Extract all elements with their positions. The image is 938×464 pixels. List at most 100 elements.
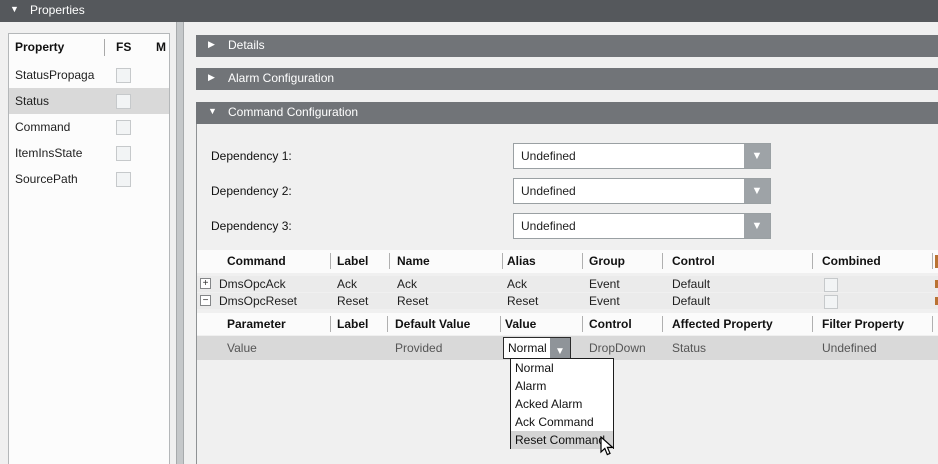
column-divider[interactable] (500, 316, 501, 332)
property-name: StatusPropaga (15, 62, 113, 88)
value-dropdown[interactable]: Normal ▼ (503, 337, 571, 359)
dropdown-arrow-button[interactable]: ▼ (744, 214, 770, 238)
cell-command: DmsOpcAck (219, 276, 286, 292)
col-filter-property: Filter Property (822, 317, 904, 331)
cell-filter-property: Undefined (822, 336, 877, 360)
panel-splitter[interactable] (176, 22, 184, 464)
col-command: Command (227, 254, 286, 268)
dropdown-option-normal[interactable]: Normal (511, 359, 613, 377)
dependency-3-label: Dependency 3: (211, 213, 292, 239)
property-name: SourcePath (15, 166, 113, 192)
chevron-down-icon: ▼ (752, 185, 763, 197)
col-control: Control (589, 317, 632, 331)
fs-checkbox[interactable] (116, 68, 131, 83)
col-parameter: Parameter (227, 317, 286, 331)
combined-checkbox[interactable] (824, 278, 838, 292)
combined-checkbox[interactable] (824, 295, 838, 309)
cell-name: Reset (397, 293, 428, 309)
property-row-command[interactable]: Command (9, 114, 169, 140)
column-divider[interactable] (582, 316, 583, 332)
property-row-status[interactable]: Status (9, 88, 169, 114)
property-row-statuspropagation[interactable]: StatusPropaga (9, 62, 169, 88)
collapse-triangle-icon[interactable]: ▼ (10, 4, 19, 14)
section-label: Command Configuration (228, 105, 358, 119)
property-grid-header: Property FS M (9, 34, 169, 62)
dropdown-arrow-button[interactable]: ▼ (744, 179, 770, 203)
chevron-right-icon: ▶ (208, 39, 215, 50)
column-divider[interactable] (812, 253, 813, 269)
dropdown-option-reset-command[interactable]: Reset Command (511, 431, 613, 449)
cell-affected-property: Status (672, 336, 706, 360)
column-divider[interactable] (662, 253, 663, 269)
column-divider[interactable] (812, 316, 813, 332)
column-divider[interactable] (662, 316, 663, 332)
property-name: Status (15, 88, 113, 114)
column-divider[interactable] (387, 316, 388, 332)
section-label: Alarm Configuration (228, 71, 334, 85)
fs-checkbox[interactable] (116, 94, 131, 109)
cell-alias: Ack (507, 276, 527, 292)
col-affected-property: Affected Property (672, 317, 773, 331)
col-value: Value (505, 317, 536, 331)
parameter-table-header: Parameter Label Default Value Value Cont… (197, 313, 938, 335)
cell-control: Default (672, 293, 710, 309)
property-name: Command (15, 114, 113, 140)
command-table-header: Command Label Name Alias Group Control C… (197, 250, 938, 273)
section-header-command-configuration[interactable]: ▼ Command Configuration (196, 102, 938, 124)
column-header-property: Property (15, 40, 64, 54)
column-divider[interactable] (932, 253, 933, 269)
dropdown-value: Undefined (521, 214, 576, 238)
dropdown-value: Undefined (521, 144, 576, 168)
chevron-down-icon: ▼ (752, 220, 763, 232)
dependency-2-dropdown[interactable]: Undefined ▼ (513, 178, 771, 204)
col-default-value: Default Value (395, 317, 470, 331)
dropdown-option-acked-alarm[interactable]: Acked Alarm (511, 395, 613, 413)
mouse-cursor-icon (600, 436, 615, 457)
properties-title-bar[interactable]: ▼ Properties (0, 0, 938, 22)
collapse-minus-icon[interactable]: − (200, 295, 211, 306)
col-label: Label (337, 254, 368, 268)
cell-alias: Reset (507, 293, 538, 309)
cell-group: Event (589, 293, 620, 309)
col-group: Group (589, 254, 625, 268)
dropdown-option-alarm[interactable]: Alarm (511, 377, 613, 395)
dependency-3-dropdown[interactable]: Undefined ▼ (513, 213, 771, 239)
section-label: Details (228, 38, 265, 52)
property-grid-panel: Property FS M StatusPropaga Status Comma… (8, 33, 170, 464)
column-divider[interactable] (389, 253, 390, 269)
expand-plus-icon[interactable]: + (200, 278, 211, 289)
dropdown-option-ack-command[interactable]: Ack Command (511, 413, 613, 431)
fs-checkbox[interactable] (116, 146, 131, 161)
column-header-fs: FS (116, 40, 131, 54)
dropdown-arrow-button[interactable]: ▼ (550, 338, 570, 358)
column-divider[interactable] (330, 253, 331, 269)
command-row-dmsopcack[interactable]: + DmsOpcAck Ack Ack Ack Event Default (197, 276, 938, 292)
fs-checkbox[interactable] (116, 172, 131, 187)
chevron-down-icon: ▼ (752, 150, 763, 162)
column-divider[interactable] (502, 253, 503, 269)
fs-checkbox[interactable] (116, 120, 131, 135)
col-combined: Combined (822, 254, 881, 268)
command-row-dmsopcreset[interactable]: − DmsOpcReset Reset Reset Reset Event De… (197, 293, 938, 309)
property-row-iteminsstate[interactable]: ItemInsState (9, 140, 169, 166)
col-alias: Alias (507, 254, 536, 268)
cell-label: Ack (337, 276, 357, 292)
column-divider[interactable] (330, 316, 331, 332)
dropdown-value: Normal (508, 338, 547, 358)
property-row-sourcepath[interactable]: SourcePath (9, 166, 169, 192)
col-label: Label (337, 317, 368, 331)
value-dropdown-popup: Normal Alarm Acked Alarm Ack Command Res… (510, 358, 614, 449)
section-header-details[interactable]: ▶ Details (196, 35, 938, 57)
dependency-1-label: Dependency 1: (211, 143, 292, 169)
properties-window: ▼ Properties Property FS M StatusPropaga… (0, 0, 938, 464)
chevron-down-icon: ▼ (555, 346, 565, 357)
dropdown-value: Undefined (521, 179, 576, 203)
dropdown-arrow-button[interactable]: ▼ (744, 144, 770, 168)
column-divider[interactable] (932, 316, 933, 332)
column-divider[interactable] (104, 39, 105, 56)
column-divider[interactable] (582, 253, 583, 269)
parameter-row-value[interactable]: Value Provided Normal ▼ DropDown Status … (197, 336, 938, 360)
cell-group: Event (589, 276, 620, 292)
section-header-alarm-configuration[interactable]: ▶ Alarm Configuration (196, 68, 938, 90)
dependency-1-dropdown[interactable]: Undefined ▼ (513, 143, 771, 169)
